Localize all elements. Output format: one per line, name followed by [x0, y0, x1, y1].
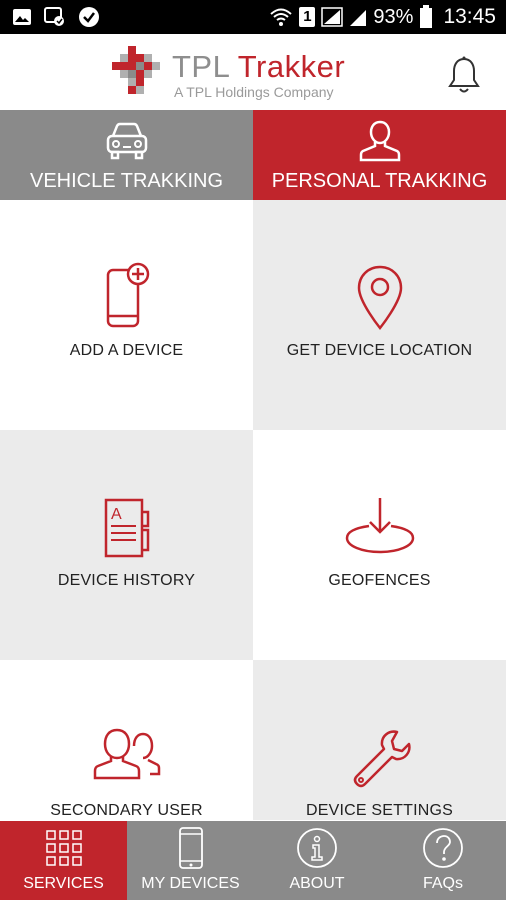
logo-subtitle: A TPL Holdings Company — [174, 84, 334, 100]
tile-secondary-user[interactable]: SECONDARY USER — [0, 660, 253, 820]
nav-my-devices-label: MY DEVICES — [141, 875, 240, 892]
users-icon — [93, 728, 160, 780]
geofence-icon — [345, 498, 414, 554]
tile-device-history[interactable]: A DEVICE HISTORY — [0, 430, 253, 660]
tile-add-device-label: ADD A DEVICE — [69, 342, 184, 359]
wrench-icon — [353, 730, 411, 788]
tile-get-device-location[interactable]: GET DEVICE LOCATION — [253, 200, 506, 430]
tile-geofences[interactable]: GEOFENCES — [253, 430, 506, 660]
info-icon — [297, 828, 337, 868]
nav-faqs[interactable]: FAQs — [380, 821, 506, 900]
bottom-navigation: SERVICES MY DEVICES ABOUT FAQs — [0, 821, 506, 900]
status-bar: 1 93% 13:45 — [0, 0, 506, 34]
tracking-tabs: VEHICLE TRAKKING PERSONAL TRAKKING — [0, 110, 506, 200]
tab-personal-trakking[interactable]: PERSONAL TRAKKING — [253, 110, 506, 200]
tile-device-settings[interactable]: DEVICE SETTINGS — [253, 660, 506, 820]
nav-services-label: SERVICES — [23, 875, 104, 892]
nav-about-label: ABOUT — [289, 875, 345, 892]
question-icon — [423, 828, 463, 868]
tile-add-device[interactable]: ADD A DEVICE — [0, 200, 253, 430]
person-icon — [359, 120, 400, 162]
add-device-icon — [106, 262, 149, 328]
tile-secondary-user-label: SECONDARY USER — [50, 802, 203, 819]
tab-vehicle-trakking[interactable]: VEHICLE TRAKKING — [0, 110, 253, 200]
nav-services[interactable]: SERVICES — [0, 821, 127, 900]
nav-about[interactable]: ABOUT — [254, 821, 380, 900]
status-notifications — [12, 6, 100, 28]
status-indicators: 1 93% 13:45 — [269, 3, 496, 31]
phone-icon — [178, 827, 203, 869]
sim-badge: 1 — [299, 7, 316, 27]
wifi-icon — [270, 8, 293, 26]
location-pin-icon — [357, 265, 402, 330]
app-header: TPL Trakker A TPL Holdings Company — [0, 34, 506, 110]
tile-device-history-label: DEVICE HISTORY — [57, 572, 196, 589]
services-grid: ADD A DEVICE GET DEVICE LOCATION A DEVIC… — [0, 200, 506, 820]
clock: 13:45 — [443, 5, 496, 28]
tile-device-settings-label: DEVICE SETTINGS — [305, 802, 454, 819]
signal-icon — [321, 7, 344, 27]
logo-title-tpl: TPL — [172, 49, 238, 84]
notification-bell-icon[interactable] — [446, 56, 482, 96]
history-document-icon: A — [104, 498, 149, 558]
signal-2-icon — [350, 10, 367, 26]
check-notification-icon — [79, 7, 99, 27]
tile-get-device-location-label: GET DEVICE LOCATION — [286, 342, 473, 359]
logo-title-trakker: Trakker — [237, 49, 346, 84]
grid-icon — [45, 830, 82, 866]
screenshot-notification-icon — [44, 7, 64, 26]
svg-text:A: A — [111, 506, 122, 523]
nav-faqs-label: FAQs — [422, 875, 463, 892]
battery-percent: 93% — [373, 5, 414, 28]
tile-geofences-label: GEOFENCES — [328, 572, 431, 589]
logo-title: TPL Trakker — [172, 49, 345, 85]
tpl-trakker-logo: TPL Trakker A TPL Holdings Company — [112, 44, 382, 102]
tab-personal-label: PERSONAL TRAKKING — [271, 170, 488, 192]
tab-vehicle-label: VEHICLE TRAKKING — [29, 170, 224, 192]
car-icon — [106, 122, 147, 160]
battery-icon — [420, 5, 433, 28]
logo-mark-icon — [112, 46, 160, 94]
nav-my-devices[interactable]: MY DEVICES — [127, 821, 254, 900]
gallery-notification-icon — [13, 9, 31, 25]
